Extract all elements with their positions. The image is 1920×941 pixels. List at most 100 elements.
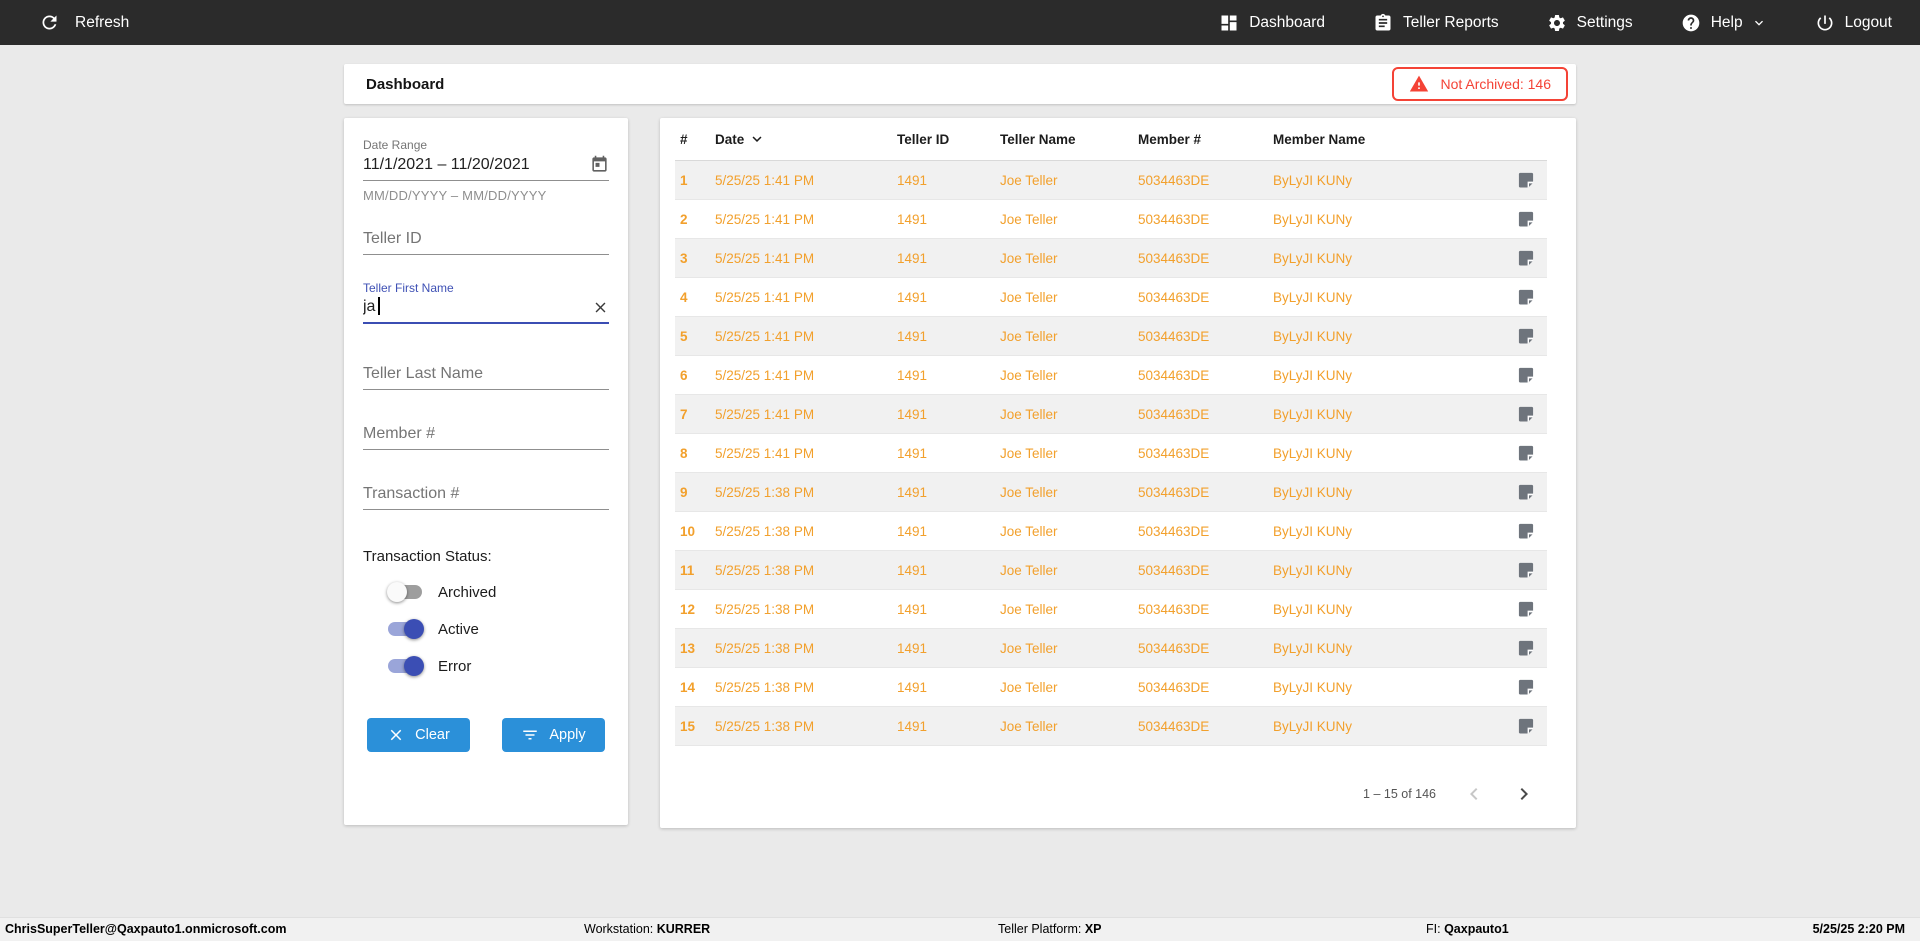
row-note-button[interactable]	[1505, 365, 1547, 385]
sort-chevron-down-icon	[748, 130, 766, 148]
table-row[interactable]: 5 5/25/25 1:41 PM 1491 Joe Teller 503446…	[675, 317, 1547, 356]
table-row[interactable]: 7 5/25/25 1:41 PM 1491 Joe Teller 503446…	[675, 395, 1547, 434]
table-row[interactable]: 8 5/25/25 1:41 PM 1491 Joe Teller 503446…	[675, 434, 1547, 473]
table-row[interactable]: 6 5/25/25 1:41 PM 1491 Joe Teller 503446…	[675, 356, 1547, 395]
table-row[interactable]: 15 5/25/25 1:38 PM 1491 Joe Teller 50344…	[675, 707, 1547, 746]
row-member-num: 5034463DE	[1138, 445, 1210, 461]
date-picker-button[interactable]	[590, 155, 609, 174]
text-cursor	[378, 297, 380, 315]
table-row[interactable]: 4 5/25/25 1:41 PM 1491 Joe Teller 503446…	[675, 278, 1547, 317]
row-note-button[interactable]	[1505, 404, 1547, 424]
row-teller-name: Joe Teller	[1000, 289, 1058, 305]
nav-help[interactable]: Help	[1681, 13, 1767, 33]
row-date: 5/25/25 1:41 PM	[715, 445, 815, 461]
col-header-num[interactable]: #	[675, 132, 715, 147]
row-date: 5/25/25 1:38 PM	[715, 562, 815, 578]
row-note-button[interactable]	[1505, 443, 1547, 463]
table-row[interactable]: 9 5/25/25 1:38 PM 1491 Joe Teller 503446…	[675, 473, 1547, 512]
row-member-num: 5034463DE	[1138, 406, 1210, 422]
row-note-button[interactable]	[1505, 170, 1547, 190]
archived-toggle[interactable]	[387, 582, 424, 602]
row-teller-id: 1491	[897, 640, 928, 656]
row-member-name: ByLyJI KUNy	[1273, 523, 1353, 539]
teller-first-name-input[interactable]	[363, 298, 592, 316]
row-note-button[interactable]	[1505, 287, 1547, 307]
transaction-status-label: Transaction Status:	[363, 548, 492, 565]
row-note-button[interactable]	[1505, 482, 1547, 502]
col-header-date[interactable]: Date	[715, 130, 897, 148]
row-teller-id: 1491	[897, 445, 928, 461]
row-note-button[interactable]	[1505, 326, 1547, 346]
table-row[interactable]: 11 5/25/25 1:38 PM 1491 Joe Teller 50344…	[675, 551, 1547, 590]
error-toggle-label: Error	[438, 657, 472, 675]
table-row[interactable]: 12 5/25/25 1:38 PM 1491 Joe Teller 50344…	[675, 590, 1547, 629]
teller-id-group	[363, 227, 609, 255]
nav-teller-reports[interactable]: Teller Reports	[1373, 13, 1499, 33]
row-member-name: ByLyJI KUNy	[1273, 601, 1353, 617]
filter-icon	[521, 726, 539, 744]
next-page-button[interactable]	[1512, 782, 1536, 806]
row-note-button[interactable]	[1505, 209, 1547, 229]
nav-teller-reports-label: Teller Reports	[1403, 13, 1499, 31]
row-note-button[interactable]	[1505, 248, 1547, 268]
previous-page-button[interactable]	[1462, 782, 1486, 806]
row-member-num: 5034463DE	[1138, 289, 1210, 305]
row-note-button[interactable]	[1505, 521, 1547, 541]
note-icon	[1516, 521, 1536, 541]
row-note-button[interactable]	[1505, 677, 1547, 697]
clear-button[interactable]: Clear	[367, 718, 470, 752]
row-member-name: ByLyJI KUNy	[1273, 328, 1353, 344]
row-note-button[interactable]	[1505, 599, 1547, 619]
row-number: 14	[680, 679, 696, 695]
nav-settings[interactable]: Settings	[1547, 13, 1633, 33]
nav-dashboard[interactable]: Dashboard	[1219, 13, 1325, 33]
member-number-input[interactable]	[363, 425, 609, 443]
date-range-input[interactable]	[363, 155, 590, 174]
row-teller-name: Joe Teller	[1000, 367, 1058, 383]
close-icon	[387, 726, 405, 744]
workstation-status: Workstation: KURRER	[584, 922, 711, 936]
row-note-button[interactable]	[1505, 716, 1547, 736]
table-row[interactable]: 1 5/25/25 1:41 PM 1491 Joe Teller 503446…	[675, 161, 1547, 200]
col-header-teller-name[interactable]: Teller Name	[1000, 132, 1138, 147]
note-icon	[1516, 248, 1536, 268]
note-icon	[1516, 560, 1536, 580]
table-row[interactable]: 14 5/25/25 1:38 PM 1491 Joe Teller 50344…	[675, 668, 1547, 707]
row-number: 5	[680, 328, 688, 344]
table-row[interactable]: 10 5/25/25 1:38 PM 1491 Joe Teller 50344…	[675, 512, 1547, 551]
row-member-name: ByLyJI KUNy	[1273, 289, 1353, 305]
col-header-member-name[interactable]: Member Name	[1273, 132, 1505, 147]
row-member-name: ByLyJI KUNy	[1273, 562, 1353, 578]
note-icon	[1516, 326, 1536, 346]
table-row[interactable]: 3 5/25/25 1:41 PM 1491 Joe Teller 503446…	[675, 239, 1547, 278]
not-archived-badge[interactable]: Not Archived: 146	[1392, 67, 1568, 101]
table-row[interactable]: 2 5/25/25 1:41 PM 1491 Joe Teller 503446…	[675, 200, 1547, 239]
active-toggle[interactable]	[387, 619, 424, 639]
row-note-button[interactable]	[1505, 560, 1547, 580]
table-row[interactable]: 13 5/25/25 1:38 PM 1491 Joe Teller 50344…	[675, 629, 1547, 668]
note-icon	[1516, 677, 1536, 697]
row-teller-name: Joe Teller	[1000, 523, 1058, 539]
row-number: 1	[680, 172, 688, 188]
nav-logout[interactable]: Logout	[1815, 13, 1892, 33]
fi-status: FI: Qaxpauto1	[1426, 922, 1509, 936]
teller-id-input[interactable]	[363, 230, 609, 248]
row-date: 5/25/25 1:38 PM	[715, 640, 815, 656]
refresh-button[interactable]: Refresh	[39, 12, 129, 33]
transaction-number-input[interactable]	[363, 485, 609, 503]
note-icon	[1516, 365, 1536, 385]
teller-last-name-input[interactable]	[363, 365, 609, 383]
error-toggle[interactable]	[387, 656, 424, 676]
refresh-icon	[39, 12, 60, 33]
main-content: Dashboard Not Archived: 146 Date Range 1…	[344, 64, 1576, 828]
clear-first-name-button[interactable]	[592, 299, 609, 316]
col-header-member-num[interactable]: Member #	[1138, 132, 1273, 147]
apply-button[interactable]: Apply	[502, 718, 605, 752]
col-header-teller-id[interactable]: Teller ID	[897, 132, 1000, 147]
table-body: 1 5/25/25 1:41 PM 1491 Joe Teller 503446…	[675, 161, 1547, 746]
note-icon	[1516, 638, 1536, 658]
row-note-button[interactable]	[1505, 638, 1547, 658]
row-number: 10	[680, 523, 696, 539]
note-icon	[1516, 209, 1536, 229]
row-member-name: ByLyJI KUNy	[1273, 250, 1353, 266]
